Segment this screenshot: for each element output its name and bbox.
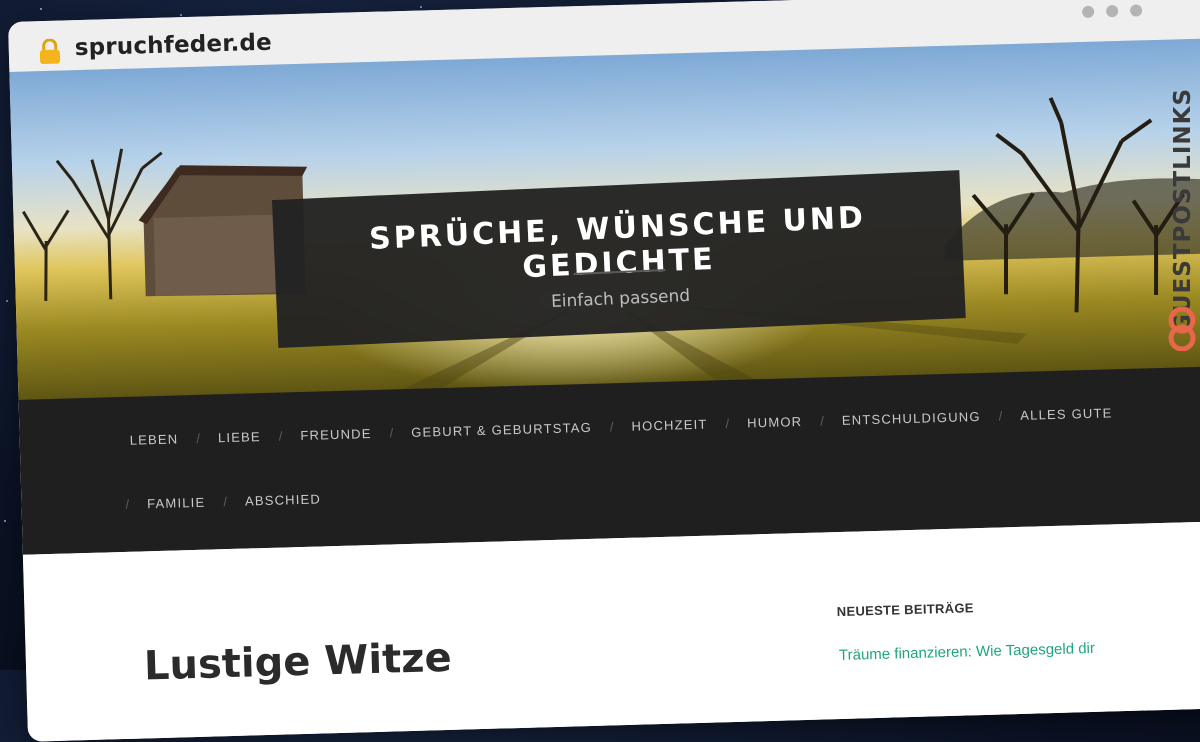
star bbox=[6, 300, 8, 302]
site-title-box: SPRÜCHE, WÜNSCHE UND GEDICHTE Einfach pa… bbox=[271, 170, 966, 348]
sidebar-widget-title: NEUESTE BEITRÄGE bbox=[836, 600, 974, 620]
nav-separator: / bbox=[609, 419, 614, 435]
nav-row: LEBEN / LIEBE / FREUNDE / GEBURT & GEBURTSTAG /… bbox=[130, 405, 1113, 447]
nav-separator: / bbox=[389, 425, 394, 441]
nav-item-leben[interactable]: LEBEN bbox=[130, 431, 179, 447]
window-controls bbox=[1081, 4, 1143, 19]
nav-separator: / bbox=[223, 494, 228, 510]
link-icon bbox=[1168, 307, 1196, 351]
address-bar-url[interactable]: spruchfeder.de bbox=[74, 30, 272, 61]
nav-separator: / bbox=[196, 430, 201, 446]
star bbox=[180, 14, 182, 16]
nav-item-geburt-geburtstag[interactable]: GEBURT & GEBURTSTAG bbox=[411, 420, 592, 440]
watermark: GUESTPOSTLINKS bbox=[1168, 55, 1198, 355]
nav-item-humor[interactable]: HUMOR bbox=[747, 414, 803, 431]
nav-separator: / bbox=[820, 413, 825, 429]
nav-item-hochzeit[interactable]: HOCHZEIT bbox=[631, 417, 707, 434]
nav-item-liebe[interactable]: LIEBE bbox=[218, 429, 261, 445]
header-image: SPRÜCHE, WÜNSCHE UND GEDICHTE Einfach pa… bbox=[9, 37, 1200, 402]
window-control-dot[interactable] bbox=[1129, 4, 1143, 17]
nav-separator: / bbox=[998, 408, 1003, 424]
nav-item-entschuldigung[interactable]: ENTSCHULDIGUNG bbox=[842, 409, 981, 428]
lock-icon bbox=[39, 38, 61, 65]
window-control-dot[interactable] bbox=[1081, 5, 1095, 19]
nav-separator: / bbox=[125, 496, 130, 512]
star bbox=[40, 8, 42, 10]
star bbox=[420, 6, 422, 8]
window-control-dot[interactable] bbox=[1105, 5, 1119, 18]
nav-separator: / bbox=[278, 428, 283, 444]
watermark-text: GUESTPOSTLINKS bbox=[1170, 87, 1196, 333]
nav-item-alles-gute[interactable]: ALLES GUTE bbox=[1020, 405, 1113, 423]
nav-item-familie[interactable]: FAMILIE bbox=[147, 495, 206, 512]
nav-item-abschied[interactable]: ABSCHIED bbox=[245, 491, 321, 508]
recent-post-link[interactable]: Träume finanzieren: Wie Tagesgeld dir bbox=[839, 640, 1095, 664]
nav-item-freunde[interactable]: FREUNDE bbox=[300, 426, 372, 443]
nav-separator: / bbox=[725, 416, 730, 432]
browser-window: spruchfeder.de SPRÜCHE, WÜNSCHE UND GEDI… bbox=[8, 0, 1200, 742]
nav-row: / FAMILIE / ABSCHIED bbox=[107, 491, 321, 512]
post-title[interactable]: Lustige Witze bbox=[143, 635, 452, 690]
page-content: Lustige Witze NEUESTE BEITRÄGE Träume fi… bbox=[22, 520, 1200, 742]
star bbox=[4, 520, 6, 522]
